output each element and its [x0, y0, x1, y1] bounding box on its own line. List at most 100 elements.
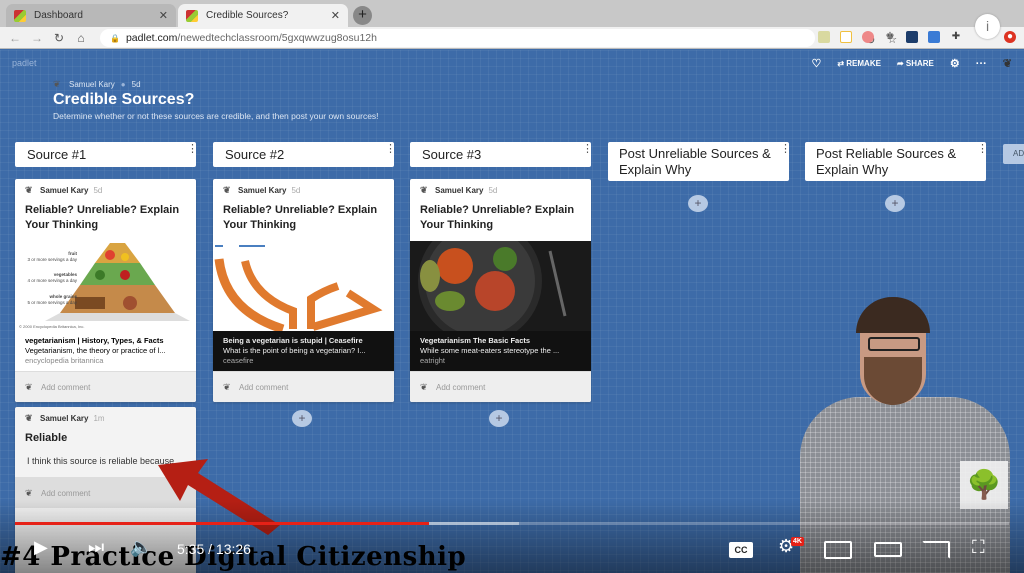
- column-menu-icon[interactable]: ⋮: [582, 144, 593, 155]
- extension-icon[interactable]: ♚: [884, 31, 896, 43]
- tree-avatar-icon: ❦: [25, 382, 33, 392]
- column-menu-icon[interactable]: ⋮: [385, 144, 396, 155]
- remake-button[interactable]: ⇄ REMAKE: [837, 59, 881, 68]
- address-bar[interactable]: 🔒 padlet.com/newedtechclassroom/5gxqwwzu…: [100, 29, 897, 47]
- tree-avatar-icon: ❦: [53, 79, 61, 89]
- image-caption: © 2000 Encyclopedia Britannica, Inc.: [19, 324, 85, 329]
- played-bar: [15, 522, 429, 525]
- new-tab-button[interactable]: +: [353, 6, 372, 25]
- column-header-source-1[interactable]: Source #1 ⋮: [15, 142, 198, 167]
- tab-title: Dashboard: [34, 10, 83, 21]
- heart-icon[interactable]: ♡: [811, 57, 821, 70]
- extension-icon[interactable]: [818, 31, 830, 43]
- post-subject: Reliable? Unreliable? Explain Your Think…: [223, 204, 378, 231]
- extension-icon[interactable]: [906, 31, 918, 43]
- puzzle-extensions-icon[interactable]: ✚: [950, 31, 962, 43]
- profile-avatar-icon[interactable]: ●: [1004, 31, 1016, 43]
- closed-captions-button[interactable]: CC: [729, 542, 753, 558]
- padlet-toolbar: ♡ ⇄ REMAKE ➦ SHARE ⚙ ··· ❦: [811, 57, 1012, 71]
- tree-avatar-icon: ❦: [420, 185, 428, 195]
- vegetable-bowl-image[interactable]: [410, 241, 591, 331]
- column-header-source-3[interactable]: Source #3 ⋮: [410, 142, 593, 167]
- tab-dashboard[interactable]: Dashboard ✕: [6, 4, 176, 27]
- padlet-favicon-icon: [14, 9, 26, 22]
- add-comment-field[interactable]: ❦ Add comment: [410, 371, 591, 402]
- tree-avatar-icon: ❦: [420, 382, 428, 392]
- post-author-row: ❦ Samuel Kary 5d: [420, 185, 498, 195]
- time-display: 5:35 / 13:26: [177, 541, 251, 557]
- tab-title: Credible Sources?: [206, 10, 289, 21]
- next-icon[interactable]: ⏭: [88, 537, 104, 558]
- ceasefire-logo-graphic: [214, 245, 383, 331]
- padlet-logo[interactable]: padlet: [12, 58, 37, 68]
- tab-credible-sources[interactable]: Credible Sources? ✕: [178, 4, 348, 27]
- extension-icon[interactable]: [840, 31, 852, 43]
- pyramid-labels: fruit 3 or more servings a day vegetable…: [27, 251, 77, 305]
- presenter-hair: [856, 297, 930, 333]
- column-menu-icon[interactable]: ⋮: [780, 144, 791, 155]
- link-preview[interactable]: Vegetarianism The Basic Facts While some…: [410, 331, 591, 371]
- column-header-unreliable[interactable]: Post Unreliable Sources & Explain Why ⋮: [608, 142, 791, 181]
- post-subject: Reliable: [25, 432, 68, 444]
- add-comment-field[interactable]: ❦ Add comment: [213, 371, 394, 402]
- post-card[interactable]: ❦ Samuel Kary 5d Reliable? Unreliable? E…: [410, 179, 591, 402]
- column-header-source-2[interactable]: Source #2 ⋮: [213, 142, 396, 167]
- post-card[interactable]: ❦ Samuel Kary 5d Reliable? Unreliable? E…: [15, 179, 196, 402]
- add-comment-field[interactable]: ❦ Add comment: [15, 371, 196, 402]
- board-meta: ❦ Samuel Kary ● 5d: [53, 79, 141, 89]
- add-post-button[interactable]: +: [292, 410, 312, 427]
- remake-icon: ⇄: [837, 59, 847, 68]
- column-header-reliable[interactable]: Post Reliable Sources & Explain Why ⋮: [805, 142, 988, 181]
- video-info-icon[interactable]: i: [975, 14, 1000, 39]
- add-post-button[interactable]: +: [885, 195, 905, 212]
- extension-icon[interactable]: [862, 31, 874, 43]
- home-icon[interactable]: ⌂: [70, 31, 92, 45]
- presenter-glasses: [868, 337, 920, 351]
- tree-avatar-icon: ❦: [25, 413, 33, 423]
- url-host: padlet.com: [125, 32, 178, 44]
- tree-avatar-icon: ❦: [223, 185, 231, 195]
- cast-icon[interactable]: [922, 541, 950, 559]
- close-tab-icon[interactable]: ✕: [159, 9, 168, 22]
- link-preview[interactable]: vegetarianism | History, Types, & Facts …: [15, 331, 196, 371]
- screen: Dashboard ✕ Credible Sources? ✕ + ← → ↻ …: [0, 0, 1024, 573]
- share-button[interactable]: ➦ SHARE: [897, 59, 934, 68]
- vegetable-bowl-graphic: [418, 241, 567, 331]
- add-post-button[interactable]: +: [688, 195, 708, 212]
- dot-separator: ●: [120, 79, 126, 89]
- back-icon[interactable]: ←: [4, 31, 26, 45]
- column-menu-icon[interactable]: ⋮: [187, 144, 198, 155]
- browser-tab-strip: Dashboard ✕ Credible Sources? ✕ +: [0, 0, 1024, 27]
- food-pyramid-image[interactable]: fruit 3 or more servings a day vegetable…: [15, 241, 196, 331]
- ceasefire-logo-image[interactable]: [213, 241, 394, 331]
- board-description: Determine whether or not these sources a…: [53, 111, 379, 121]
- add-post-button[interactable]: +: [489, 410, 509, 427]
- more-icon[interactable]: ···: [976, 58, 987, 70]
- post-author-row: ❦ Samuel Kary 5d: [25, 185, 103, 195]
- tree-avatar-icon[interactable]: ❦: [1003, 57, 1012, 70]
- fullscreen-icon[interactable]: ⛶: [972, 537, 985, 558]
- video-progress-bar[interactable]: [15, 522, 1009, 525]
- post-subject: Reliable? Unreliable? Explain Your Think…: [420, 204, 575, 231]
- theater-mode-icon[interactable]: [874, 542, 902, 557]
- gear-icon[interactable]: ⚙: [950, 57, 960, 70]
- add-column-button[interactable]: AD: [1003, 144, 1024, 164]
- post-author-row: ❦ Samuel Kary 5d: [223, 185, 301, 195]
- miniplayer-icon[interactable]: [824, 541, 852, 559]
- link-preview[interactable]: Being a vegetarian is stupid | Ceasefire…: [213, 331, 394, 371]
- post-subject: Reliable? Unreliable? Explain Your Think…: [25, 204, 180, 231]
- play-icon[interactable]: ▶: [34, 537, 48, 558]
- tree-avatar-icon: ❦: [25, 185, 33, 195]
- reload-icon[interactable]: ↻: [48, 31, 70, 45]
- tree-avatar-icon: ❦: [223, 382, 231, 392]
- lock-icon: 🔒: [110, 33, 120, 43]
- volume-icon[interactable]: 🔈: [130, 537, 152, 558]
- close-tab-icon[interactable]: ✕: [331, 9, 340, 22]
- padlet-favicon-icon: [186, 9, 198, 22]
- board-title: Credible Sources?: [53, 91, 195, 108]
- share-icon: ➦: [896, 59, 906, 68]
- extension-icon[interactable]: [928, 31, 940, 43]
- post-card[interactable]: ❦ Samuel Kary 5d Reliable? Unreliable? E…: [213, 179, 394, 402]
- column-menu-icon[interactable]: ⋮: [977, 144, 988, 155]
- forward-icon[interactable]: →: [26, 31, 48, 45]
